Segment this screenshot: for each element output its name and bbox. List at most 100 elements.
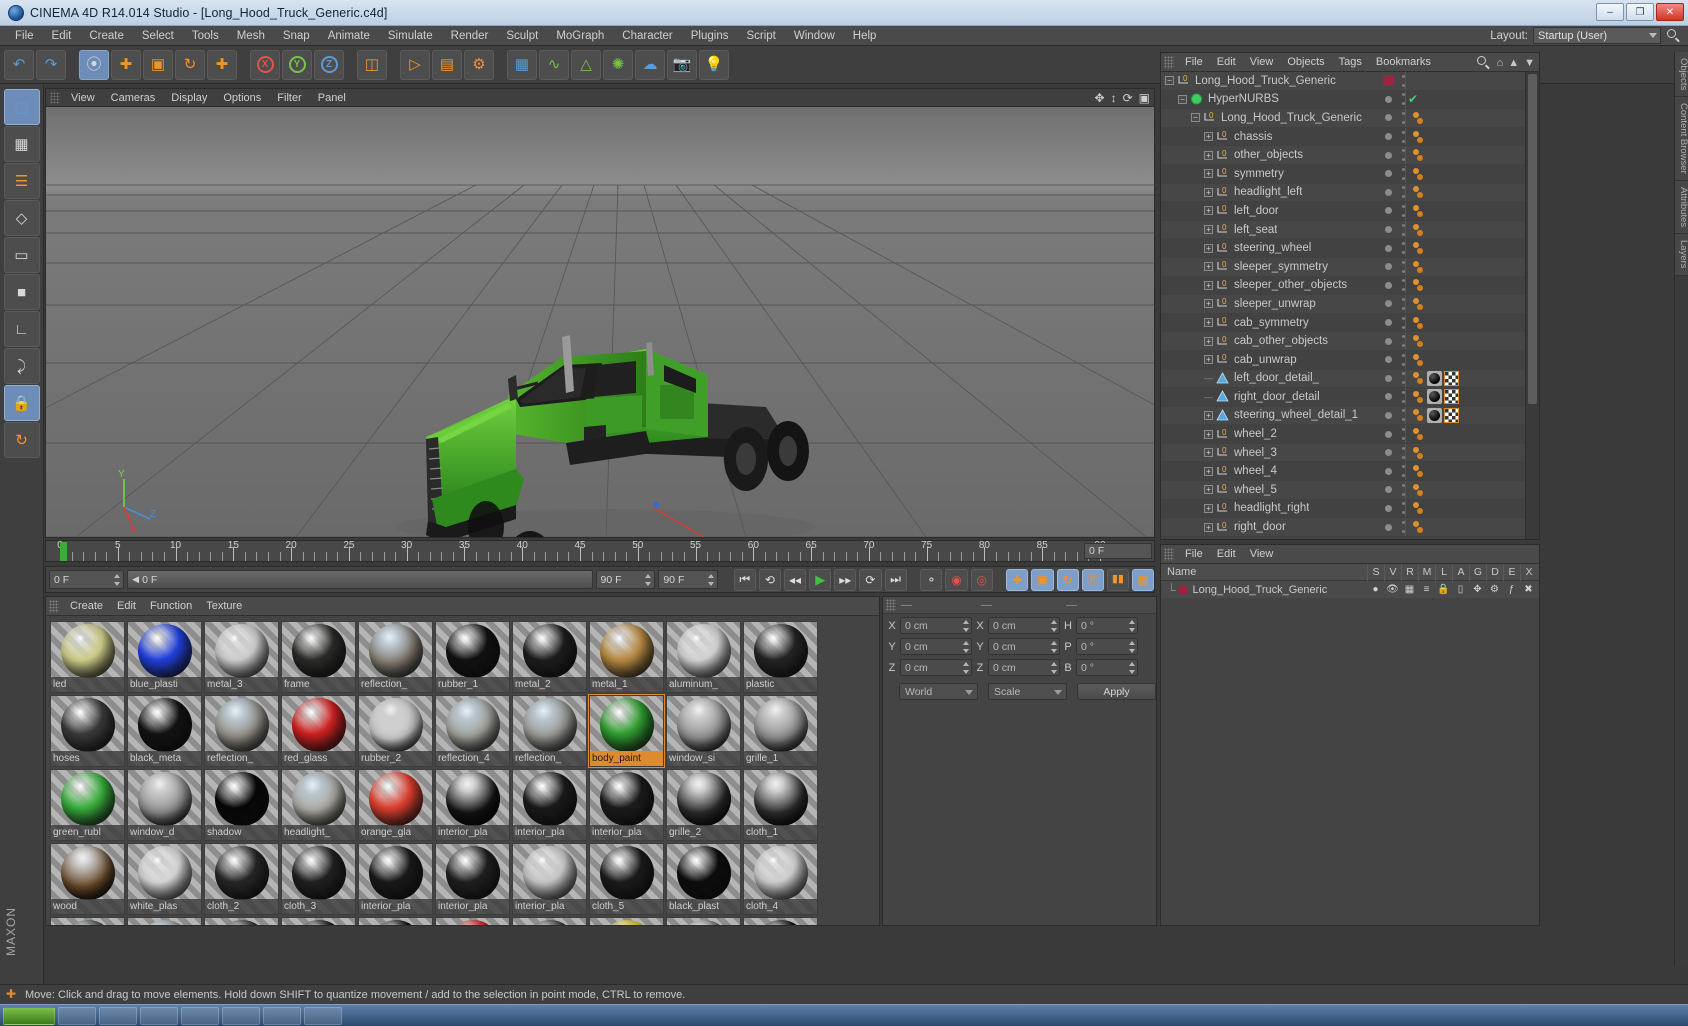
collapse-toggle-icon[interactable]: − (1178, 94, 1187, 104)
material-cell[interactable]: cloth_2 (204, 843, 279, 915)
object-row[interactable]: +0 symmetry (1161, 164, 1525, 184)
tag-column[interactable] (1405, 72, 1525, 90)
maximize-button[interactable]: ❐ (1626, 3, 1654, 21)
menu-item-edit[interactable]: Edit (43, 26, 81, 46)
visibility-dots[interactable] (1375, 504, 1401, 512)
polygon-mode-button[interactable]: ▭ (3, 237, 40, 273)
viewport-menu-display[interactable]: Display (163, 89, 215, 107)
visibility-dot-icon[interactable] (1384, 114, 1392, 122)
visibility-dots[interactable] (1375, 226, 1401, 234)
menu-item-script[interactable]: Script (737, 26, 784, 46)
viewport-canvas[interactable]: Y Z X (46, 107, 1154, 537)
material-cell[interactable]: shadow (204, 769, 279, 841)
tag-column[interactable] (1405, 313, 1525, 332)
material-tag-icon[interactable] (1427, 407, 1442, 423)
apply-button[interactable]: Apply (1077, 683, 1156, 700)
material-cell[interactable]: yellow_pla (589, 917, 664, 925)
am-menu-edit[interactable]: Edit (1210, 545, 1243, 564)
taskbar-item[interactable] (304, 1006, 342, 1025)
material-cell[interactable]: cloth_3 (281, 843, 356, 915)
start-button[interactable] (3, 1006, 55, 1025)
object-color-swatch[interactable] (1382, 75, 1394, 87)
stepper-icon[interactable] (963, 662, 969, 674)
goto-start-button[interactable]: ⏮ (733, 568, 756, 591)
child-tag-dots-icon[interactable] (1412, 297, 1425, 311)
om-menu-objects[interactable]: Objects (1280, 53, 1331, 72)
material-cell[interactable]: pedals (743, 917, 818, 925)
object-row[interactable]: +0 cab_other_objects (1161, 332, 1525, 351)
visibility-dots[interactable] (1375, 281, 1401, 289)
child-tag-dots-icon[interactable] (1412, 427, 1425, 441)
search-icon[interactable] (1666, 28, 1682, 44)
am-menu-view[interactable]: View (1243, 545, 1281, 564)
child-tag-dots-icon[interactable] (1412, 130, 1425, 144)
object-row[interactable]: +0 chassis (1161, 127, 1525, 147)
expand-toggle-icon[interactable]: + (1204, 206, 1213, 216)
material-cell[interactable]: interior_pla (512, 843, 587, 915)
object-row[interactable]: +0 wheel_3 (1161, 443, 1525, 463)
material-cell[interactable]: window_d (127, 769, 202, 841)
rotation-key-button[interactable]: ↻ (1056, 568, 1079, 591)
attr-col-l[interactable]: L (1435, 564, 1452, 581)
tag-column[interactable] (1405, 146, 1525, 164)
menu-item-snap[interactable]: Snap (274, 26, 319, 46)
tag-column[interactable] (1405, 183, 1525, 202)
expand-icon[interactable]: ▼ (1524, 57, 1535, 69)
menu-item-sculpt[interactable]: Sculpt (497, 26, 547, 46)
visibility-dot-icon[interactable] (1384, 411, 1392, 419)
right-tab-content-browser[interactable]: Content Browser (1675, 97, 1688, 181)
autokey-button[interactable]: ⚬ (920, 568, 943, 591)
material-cell[interactable]: body_paint (588, 694, 665, 768)
mm-menu-texture[interactable]: Texture (199, 597, 249, 616)
material-cell[interactable]: grille_1 (743, 695, 818, 767)
rotation-p-field[interactable]: 0 ° (1076, 638, 1138, 655)
visibility-dot-icon[interactable] (1384, 95, 1392, 103)
expand-toggle-icon[interactable]: + (1204, 485, 1213, 495)
object-manager-scrollbar[interactable] (1525, 72, 1539, 539)
mm-menu-edit[interactable]: Edit (110, 597, 143, 616)
visibility-dots[interactable] (1375, 467, 1401, 475)
child-tag-dots-icon[interactable] (1412, 390, 1425, 404)
taskbar-item[interactable] (58, 1006, 96, 1025)
viewport-menu-filter[interactable]: Filter (269, 89, 309, 107)
material-tag-icon[interactable] (1427, 389, 1442, 405)
stepper-icon[interactable] (1051, 662, 1057, 674)
child-tag-dots-icon[interactable] (1412, 111, 1425, 125)
material-cell[interactable]: metal_1 (589, 621, 664, 693)
visibility-dots[interactable] (1375, 151, 1401, 159)
stepper-icon[interactable] (708, 574, 715, 586)
visibility-dots[interactable] (1375, 244, 1401, 252)
selected-dot-icon[interactable]: ● (1367, 582, 1384, 597)
tag-column[interactable] (1405, 164, 1525, 183)
manager-icon[interactable]: ≡ (1418, 582, 1435, 597)
om-menu-edit[interactable]: Edit (1210, 53, 1243, 72)
expand-toggle-icon[interactable]: + (1204, 169, 1213, 179)
object-row[interactable]: −0 Long_Hood_Truck_Generic (1161, 109, 1525, 128)
visibility-dot-icon[interactable] (1384, 319, 1392, 327)
material-cell[interactable]: headlight_ (281, 769, 356, 841)
tag-column[interactable] (1405, 481, 1525, 499)
parameter-key-button[interactable]: Ⓟ (1081, 568, 1104, 591)
home-icon[interactable]: ⌂ (1497, 57, 1504, 69)
visibility-dots[interactable] (1375, 337, 1401, 345)
current-frame-field[interactable]: 0 F (49, 570, 125, 589)
material-cell[interactable]: grille_2 (666, 769, 741, 841)
taskbar-item[interactable] (181, 1006, 219, 1025)
child-tag-dots-icon[interactable] (1412, 520, 1425, 534)
visibility-dots[interactable] (1375, 374, 1401, 382)
viewport-menu-cameras[interactable]: Cameras (103, 89, 164, 107)
stepper-icon[interactable] (1129, 662, 1135, 674)
child-tag-dots-icon[interactable] (1412, 408, 1425, 422)
stepper-icon[interactable] (1051, 641, 1057, 653)
keyframe-preview-button[interactable]: ▦ (1131, 568, 1155, 591)
menu-item-render[interactable]: Render (442, 26, 498, 46)
child-tag-dots-icon[interactable] (1412, 371, 1425, 385)
expression-icon[interactable]: ƒ (1503, 582, 1520, 597)
material-cell[interactable]: aluminum_ (666, 621, 741, 693)
uvw-tag-icon[interactable] (1444, 389, 1459, 405)
coord-system-dropdown[interactable]: World (899, 683, 979, 700)
mm-menu-create[interactable]: Create (63, 597, 110, 616)
expand-toggle-icon[interactable]: + (1204, 150, 1213, 160)
expand-toggle-icon[interactable]: + (1204, 280, 1213, 290)
material-cell[interactable]: white_plas (127, 843, 202, 915)
